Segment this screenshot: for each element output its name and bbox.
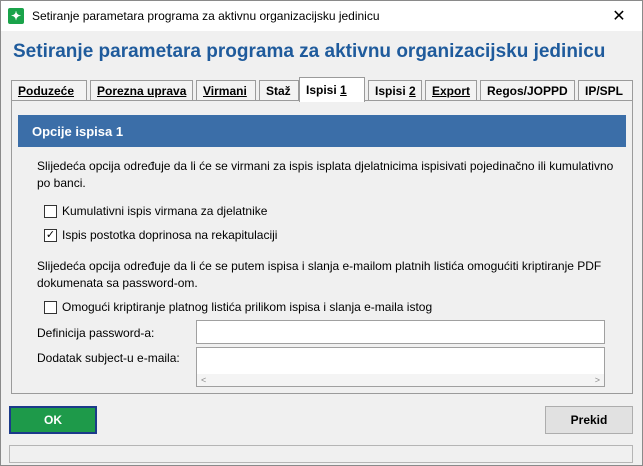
scroll-left-icon[interactable]: < — [201, 375, 206, 385]
postotak-label: Ispis postotka doprinosa na rekapitulaci… — [62, 228, 278, 242]
tab-virmani[interactable]: Virmani — [196, 80, 256, 101]
kriptiranje-label: Omogući kriptiranje platnog listića pril… — [62, 300, 433, 314]
tab-ispisi-1[interactable]: Ispisi 1 — [299, 77, 365, 102]
checkmark-icon: ✓ — [45, 228, 56, 241]
tab-label: Regos/JOPPD — [487, 84, 568, 98]
page-title: Setiranje parametara programa za aktivnu… — [13, 41, 606, 62]
tab-label: Ispisi — [306, 83, 341, 97]
kriptiranje-description: Slijedeća opcija određuje da li će se pu… — [37, 259, 602, 290]
kriptiranje-checkbox-row[interactable]: Omogući kriptiranje platnog listića pril… — [44, 300, 432, 314]
kumulativni-checkbox[interactable] — [44, 204, 57, 218]
tab-label-accel: 1 — [340, 83, 347, 97]
status-bar — [9, 445, 633, 463]
tab-ispisi-2[interactable]: Ispisi 2 — [368, 80, 422, 101]
close-button[interactable]: ✕ — [596, 1, 642, 31]
window-title: Setiranje parametara programa za aktivnu… — [32, 9, 380, 23]
virmani-description: Slijedeća opcija određuje da li će se vi… — [37, 159, 614, 190]
title-bar: ✦ Setiranje parametara programa za aktiv… — [1, 1, 642, 31]
section-header: Opcije ispisa 1 — [18, 115, 626, 147]
cancel-button[interactable]: Prekid — [545, 406, 633, 434]
tab-ip-spl[interactable]: IP/SPL — [578, 80, 633, 101]
subject-label: Dodatak subject-u e-maila: — [37, 351, 180, 365]
scroll-right-icon[interactable]: > — [595, 375, 600, 385]
tab-label: Export — [432, 84, 471, 98]
tab-label: Poduzeće — [18, 84, 75, 98]
tab-strip: Poduzeće Porezna uprava Virmani Staž Isp… — [11, 77, 633, 102]
tab-panel: Opcije ispisa 1 Slijedeća opcija određuj… — [11, 100, 633, 394]
app-icon: ✦ — [8, 8, 24, 24]
tab-label-accel: 2 — [409, 84, 416, 98]
tab-poduzece[interactable]: Poduzeće — [11, 80, 87, 101]
password-label: Definicija password-a: — [37, 326, 155, 340]
kumulativni-label: Kumulativni ispis virmana za djelatnike — [62, 204, 268, 218]
dialog-window: ✦ Setiranje parametara programa za aktiv… — [0, 0, 643, 466]
kriptiranje-checkbox[interactable] — [44, 300, 57, 314]
horizontal-scrollbar[interactable]: < > — [197, 374, 604, 386]
tab-regos-joppd[interactable]: Regos/JOPPD — [480, 80, 575, 101]
ok-button[interactable]: OK — [9, 406, 97, 434]
tab-porezna-uprava[interactable]: Porezna uprava — [90, 80, 193, 101]
tab-label: Staž — [266, 84, 291, 98]
subject-textarea[interactable]: < > — [196, 347, 605, 387]
tab-label: Porezna uprava — [97, 84, 187, 98]
tab-label: Ispisi — [375, 84, 410, 98]
postotak-checkbox-row[interactable]: ✓ Ispis postotka doprinosa na rekapitula… — [44, 228, 277, 242]
tab-staz[interactable]: Staž — [259, 80, 299, 101]
tab-label: IP/SPL — [585, 84, 624, 98]
postotak-checkbox[interactable]: ✓ — [44, 228, 57, 242]
tab-export[interactable]: Export — [425, 80, 477, 101]
password-field[interactable] — [196, 320, 605, 344]
kumulativni-checkbox-row[interactable]: Kumulativni ispis virmana za djelatnike — [44, 204, 267, 218]
tab-label: Virmani — [203, 84, 247, 98]
